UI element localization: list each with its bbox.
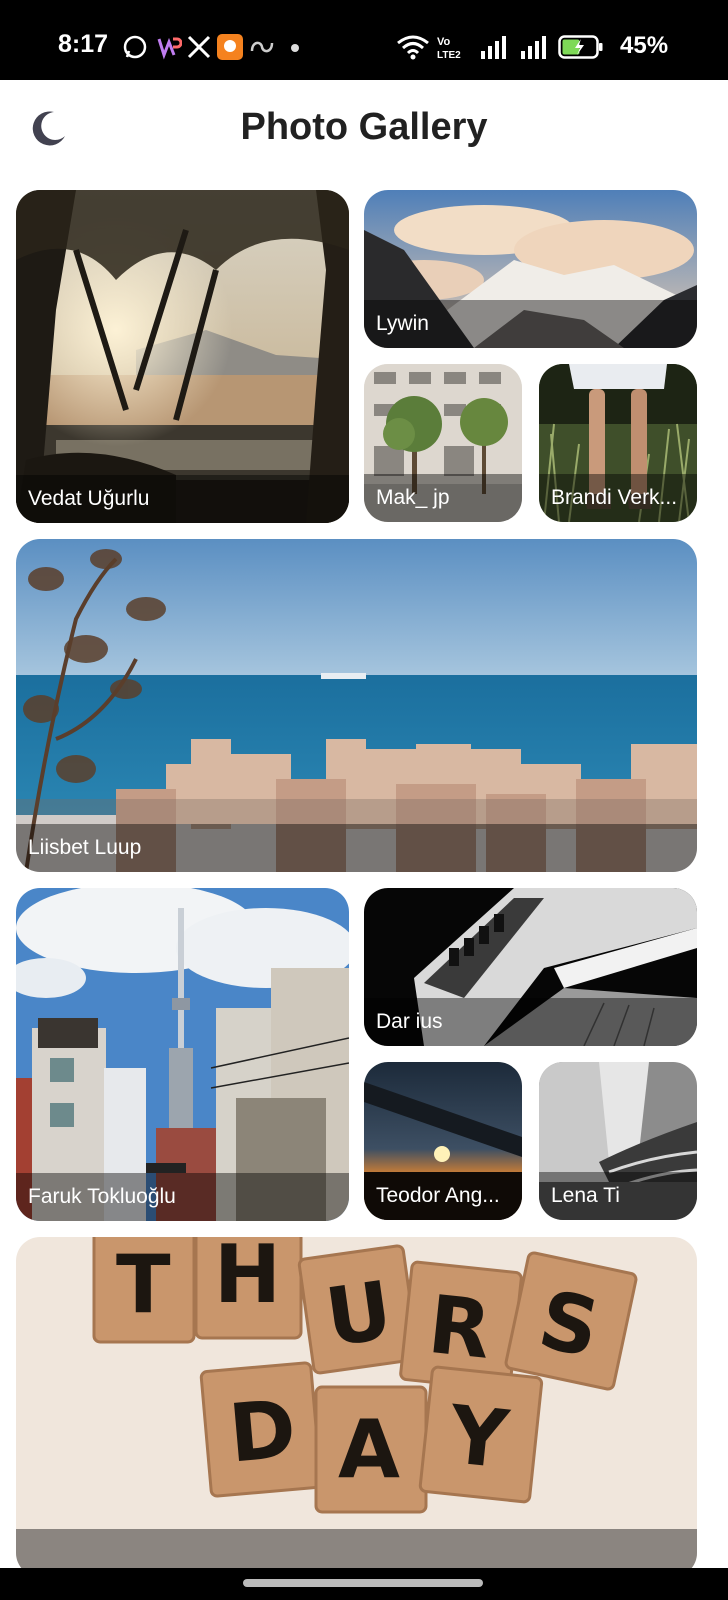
loop-icon — [249, 34, 275, 60]
photo-author: Vedat Uğurlu — [16, 475, 349, 523]
photo-tile[interactable]: Faruk Tokluoğlu — [16, 888, 349, 1221]
photo-author: Lywin — [364, 300, 697, 348]
page-title: Photo Gallery — [240, 106, 488, 148]
app-bar: Photo Gallery — [0, 80, 728, 180]
wifi-icon — [396, 34, 430, 60]
photo-tile[interactable]: Brandi Verk... — [539, 364, 697, 522]
photo-tile[interactable]: T H U R S D A Y — [16, 1237, 697, 1577]
photo-author: Dar ius — [364, 998, 697, 1046]
photo-author: Brandi Verk... — [539, 474, 697, 522]
signal-icon — [480, 34, 506, 60]
volte-icon: Vo LTE2 — [436, 34, 470, 61]
photo-tile[interactable]: Lywin — [364, 190, 697, 348]
svg-text:D: D — [225, 1382, 299, 1480]
tokyo-skytree-photo — [16, 888, 349, 1221]
more-notifications-dot — [291, 44, 299, 52]
svg-text:A: A — [338, 1403, 400, 1496]
home-gesture-handle[interactable] — [243, 1579, 483, 1587]
svg-text:Vo: Vo — [437, 36, 451, 48]
coastal-city-photo — [16, 539, 697, 872]
photo-author: Mak_ jp — [364, 474, 522, 522]
photo-author: Teodor Ang... — [364, 1172, 522, 1220]
navigation-bar — [0, 1568, 728, 1600]
battery-percent: 45% — [620, 32, 669, 59]
forest-lake-photo — [16, 190, 349, 523]
svg-text:R: R — [424, 1278, 495, 1377]
photo-tile[interactable]: Teodor Ang... — [364, 1062, 522, 1220]
svg-text:LTE2: LTE2 — [437, 50, 461, 60]
status-bar: 8:17 Vo LTE2 45% — [0, 0, 728, 80]
x-icon — [186, 34, 212, 60]
photo-author: Lena Ti — [539, 1172, 697, 1220]
svg-text:U: U — [320, 1264, 397, 1365]
svg-text:T: T — [116, 1238, 171, 1331]
thursday-blocks-photo: T H U R S D A Y — [16, 1237, 697, 1577]
photo-tile[interactable]: Lena Ti — [539, 1062, 697, 1220]
bell-app-icon — [217, 34, 243, 60]
photo-author: Faruk Tokluoğlu — [16, 1173, 349, 1221]
wp-icon — [156, 34, 183, 60]
photo-tile[interactable]: Liisbet Luup — [16, 539, 697, 872]
photo-tile[interactable]: Mak_ jp — [364, 364, 522, 522]
svg-text:H: H — [214, 1237, 281, 1321]
photo-author: Liisbet Luup — [16, 824, 697, 872]
svg-text:Y: Y — [444, 1388, 513, 1487]
whatsapp-icon — [122, 34, 148, 60]
signal-icon — [520, 34, 546, 60]
photo-tile[interactable]: Dar ius — [364, 888, 697, 1046]
battery-charging-icon — [558, 34, 604, 60]
photo-tile[interactable]: Vedat Uğurlu — [16, 190, 349, 523]
status-time: 8:17 — [58, 30, 109, 58]
